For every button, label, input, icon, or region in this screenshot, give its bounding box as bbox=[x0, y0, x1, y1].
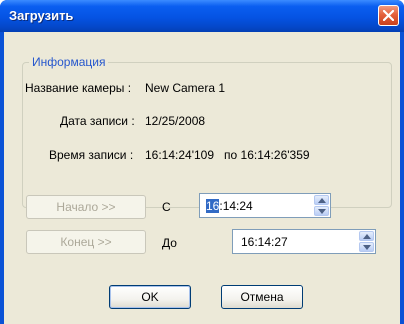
info-group-title: Информация bbox=[29, 55, 109, 69]
from-time-value: 16:14:24 bbox=[206, 199, 253, 213]
record-date-label: Дата записи : bbox=[60, 114, 135, 128]
camera-name-value: New Camera 1 bbox=[145, 81, 226, 95]
from-time-arrows bbox=[314, 195, 329, 216]
from-time-up-button[interactable] bbox=[314, 195, 329, 205]
to-label: До bbox=[162, 236, 177, 250]
from-label: С bbox=[162, 200, 171, 214]
to-time-up-button[interactable] bbox=[359, 231, 374, 241]
start-button[interactable]: Начало >> bbox=[26, 195, 146, 219]
to-time-spinner[interactable]: 16:14:27 bbox=[232, 229, 376, 254]
title-bar[interactable]: Загрузить bbox=[0, 0, 404, 32]
arrow-up-icon bbox=[363, 234, 371, 239]
arrow-down-icon bbox=[318, 209, 326, 214]
to-time-down-button[interactable] bbox=[359, 242, 374, 252]
arrow-down-icon bbox=[363, 245, 371, 250]
cancel-button-label: Отмена bbox=[240, 290, 284, 304]
close-icon bbox=[383, 10, 394, 21]
ok-button-label: OK bbox=[141, 290, 159, 304]
download-dialog: Загрузить Информация Название камеры : N… bbox=[0, 0, 404, 324]
to-time-arrows bbox=[359, 231, 374, 252]
start-button-label: Начало >> bbox=[56, 200, 116, 214]
cancel-button[interactable]: Отмена bbox=[221, 285, 303, 309]
record-time-value: 16:14:24'109 по 16:14:26'359 bbox=[145, 148, 310, 162]
close-button[interactable] bbox=[378, 5, 399, 26]
from-time-down-button[interactable] bbox=[314, 206, 329, 216]
record-date-value: 12/25/2008 bbox=[145, 114, 206, 128]
from-time-spinner[interactable]: 16:14:24 bbox=[199, 193, 331, 218]
end-button-label: Конец >> bbox=[60, 235, 112, 249]
to-time-value: 16:14:27 bbox=[241, 235, 288, 249]
ok-button[interactable]: OK bbox=[109, 285, 191, 309]
dialog-body: Информация Название камеры : New Camera … bbox=[4, 32, 400, 324]
record-time-label: Время записи : bbox=[49, 148, 134, 162]
end-button[interactable]: Конец >> bbox=[26, 230, 146, 254]
window-title: Загрузить bbox=[9, 8, 74, 23]
camera-name-label: Название камеры : bbox=[25, 81, 132, 95]
arrow-up-icon bbox=[318, 198, 326, 203]
